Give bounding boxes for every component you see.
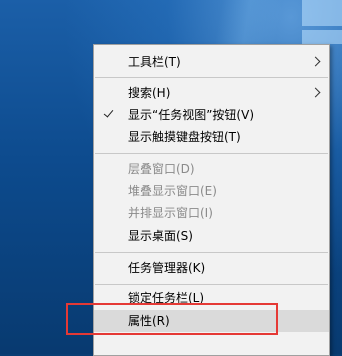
menu-item-toolbars[interactable]: 工具栏(T) xyxy=(94,51,329,73)
checkmark-icon xyxy=(103,107,114,118)
menu-item-label: 搜索(H) xyxy=(128,86,171,100)
menu-item-label: 工具栏(T) xyxy=(128,55,181,69)
menu-item-label: 显示触摸键盘按钮(T) xyxy=(128,130,241,144)
menu-item-side-by-side-windows[interactable]: 并排显示窗口(I) xyxy=(94,202,329,224)
wallpaper-window-pane xyxy=(302,30,342,44)
menu-item-label: 任务管理器(K) xyxy=(128,261,206,275)
menu-item-label: 显示“任务视图”按钮(V) xyxy=(128,108,255,122)
menu-item-search[interactable]: 搜索(H) xyxy=(94,82,329,104)
menu-item-show-touch-keyboard-button[interactable]: 显示触摸键盘按钮(T) xyxy=(94,126,329,148)
menu-item-label: 显示桌面(S) xyxy=(128,229,193,243)
menu-separator xyxy=(95,77,328,78)
menu-separator xyxy=(95,284,328,285)
menu-item-task-manager[interactable]: 任务管理器(K) xyxy=(94,257,329,279)
chevron-right-icon xyxy=(310,56,321,67)
menu-item-label: 层叠窗口(D) xyxy=(128,162,195,176)
menu-item-show-task-view-button[interactable]: 显示“任务视图”按钮(V) xyxy=(94,104,329,126)
menu-separator xyxy=(95,252,328,253)
menu-item-label: 并排显示窗口(I) xyxy=(128,206,213,220)
wallpaper-window-pane xyxy=(302,0,342,26)
menu-item-stack-windows[interactable]: 堆叠显示窗口(E) xyxy=(94,180,329,202)
menu-item-show-desktop[interactable]: 显示桌面(S) xyxy=(94,225,329,247)
menu-separator xyxy=(95,153,328,154)
menu-item-label: 堆叠显示窗口(E) xyxy=(128,184,217,198)
annotation-highlight-box xyxy=(66,303,278,335)
menu-item-cascade-windows[interactable]: 层叠窗口(D) xyxy=(94,158,329,180)
chevron-right-icon xyxy=(310,87,321,98)
